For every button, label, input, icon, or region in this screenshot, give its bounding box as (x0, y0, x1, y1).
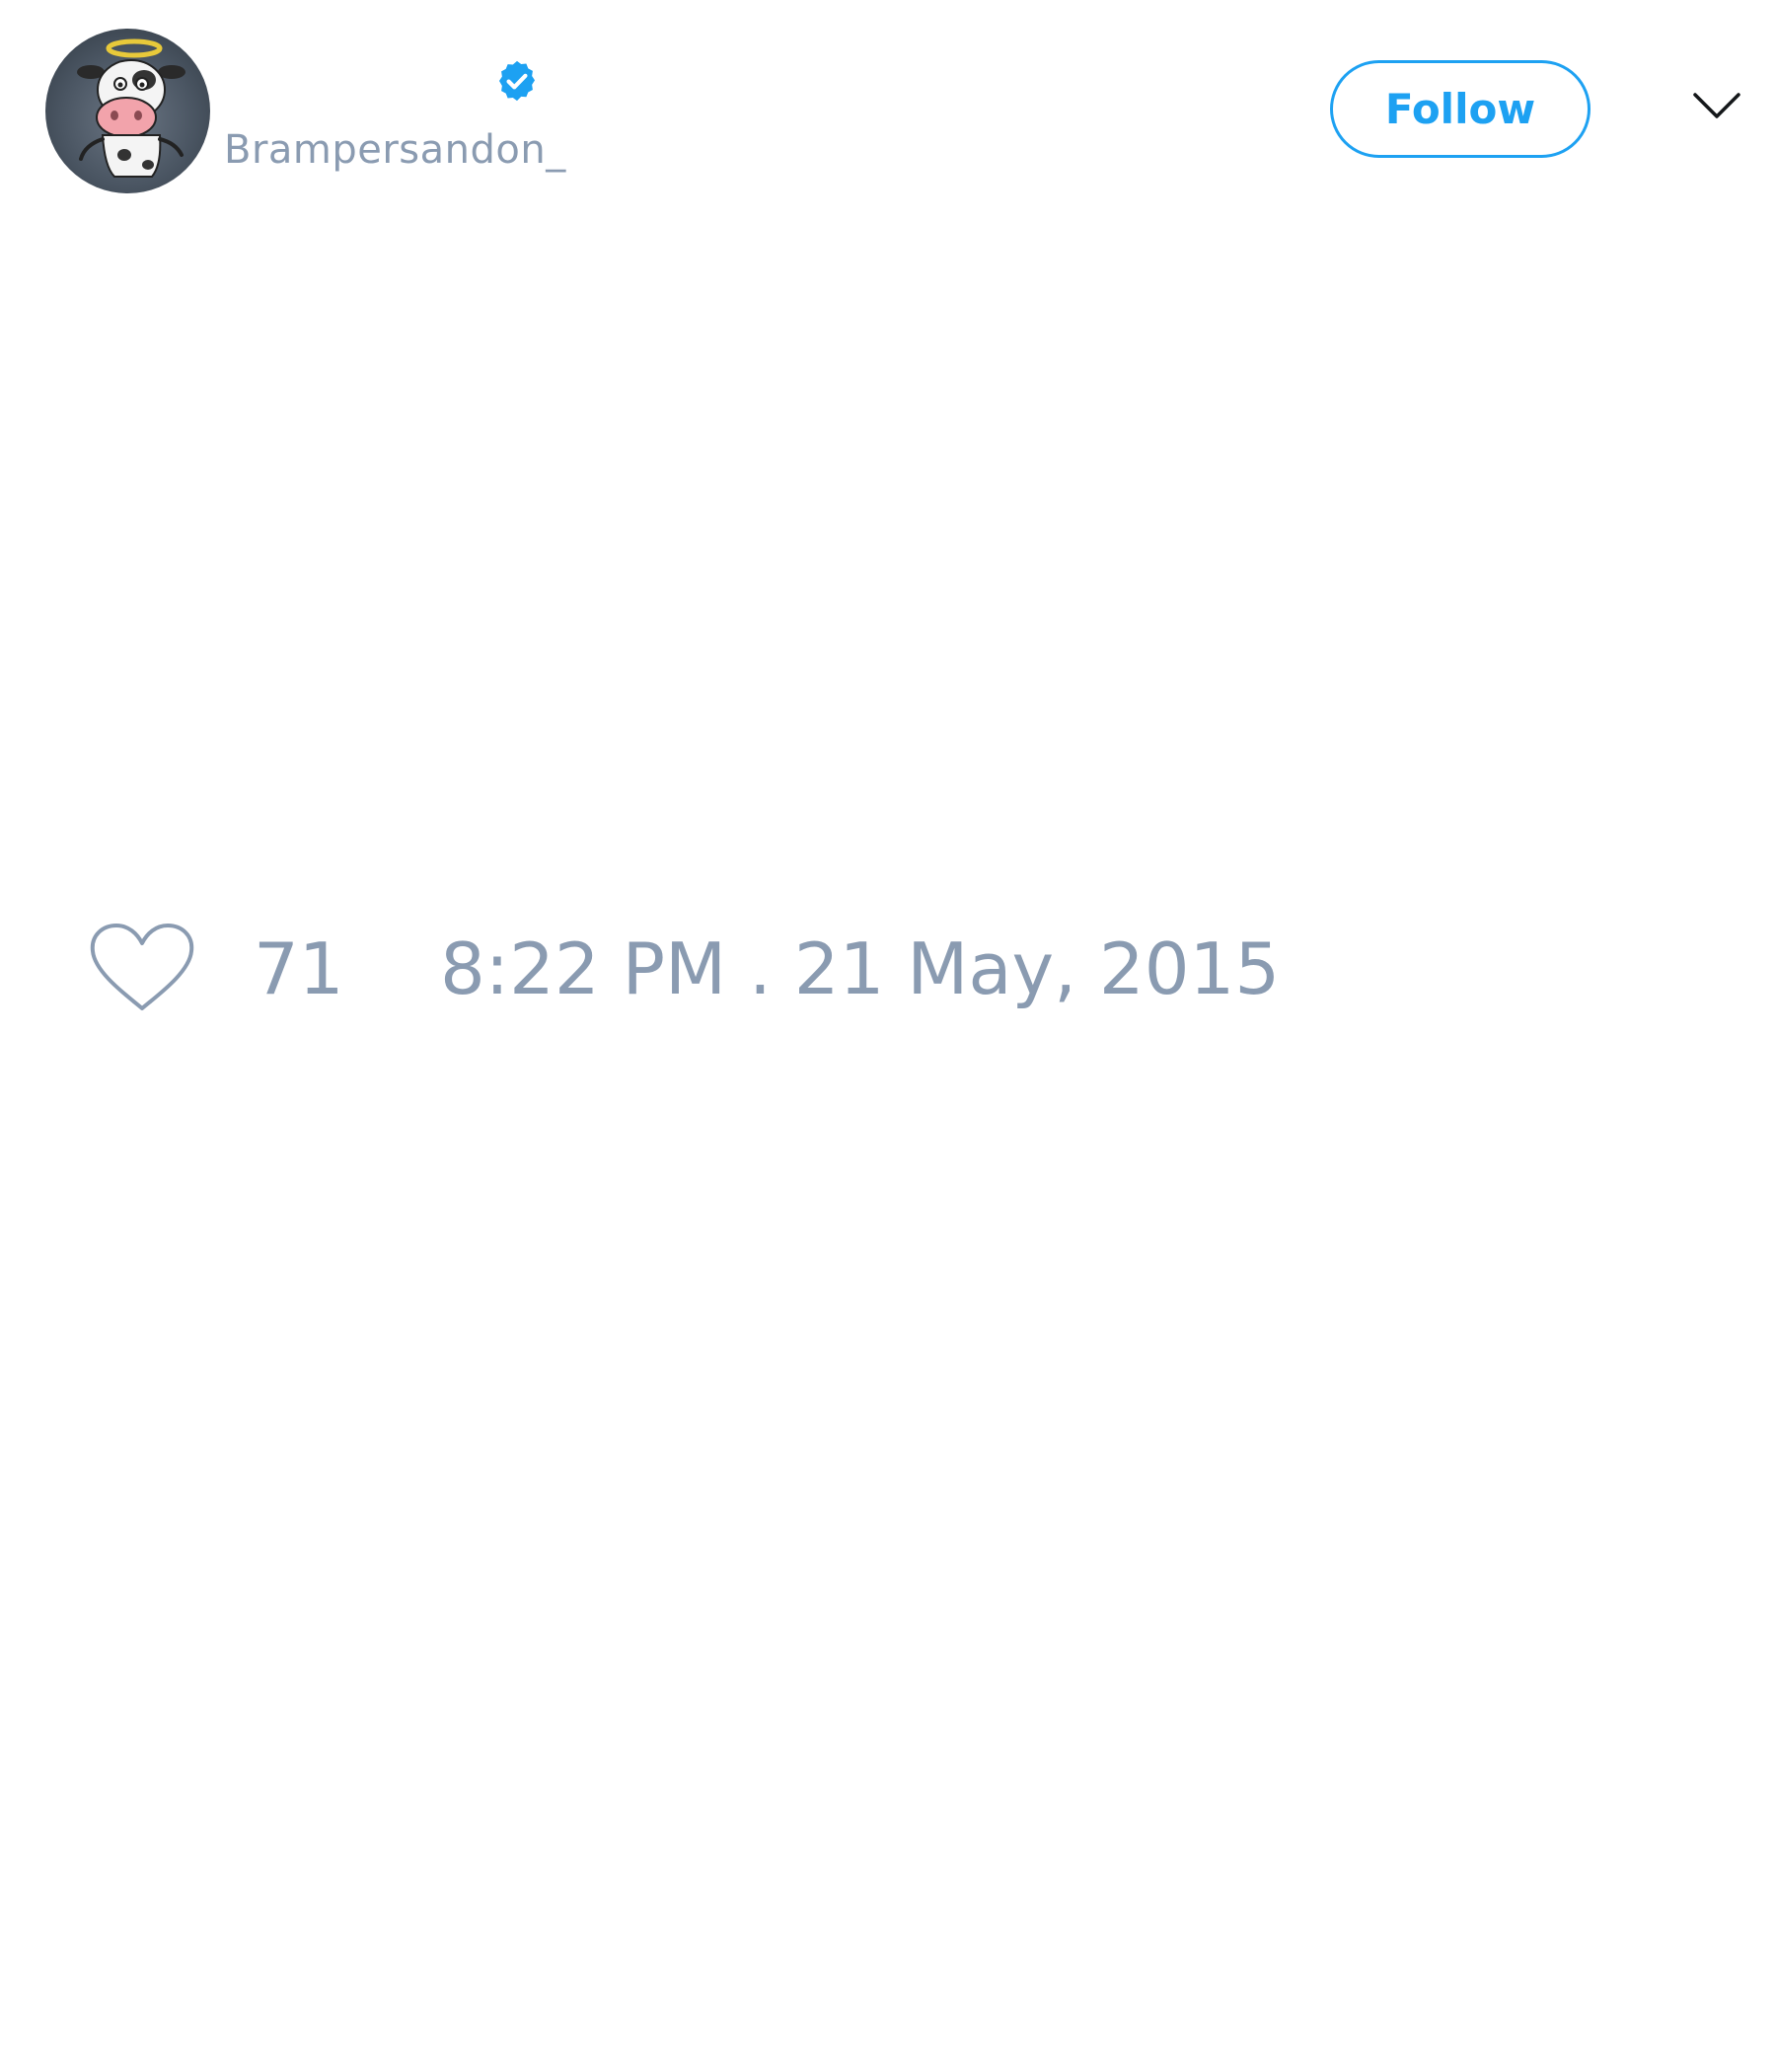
cow-angel-avatar-icon (77, 38, 185, 178)
heart-icon[interactable] (89, 922, 195, 1014)
chevron-down-icon[interactable] (1692, 91, 1741, 120)
follow-button[interactable]: Follow (1330, 60, 1591, 158)
tweet-actions: 71 8:22 PM . 21 May, 2015 (0, 918, 1776, 1016)
avatar[interactable] (45, 29, 210, 193)
tweet-embed: Brampersandon_ Follow 71 8:22 PM . 21 Ma… (0, 0, 1776, 2072)
tweet-timestamp[interactable]: 8:22 PM . 21 May, 2015 (440, 929, 1280, 1008)
like-count: 71 (254, 927, 344, 1010)
author-handle[interactable]: Brampersandon_ (224, 126, 566, 174)
verified-badge-icon (498, 60, 536, 102)
